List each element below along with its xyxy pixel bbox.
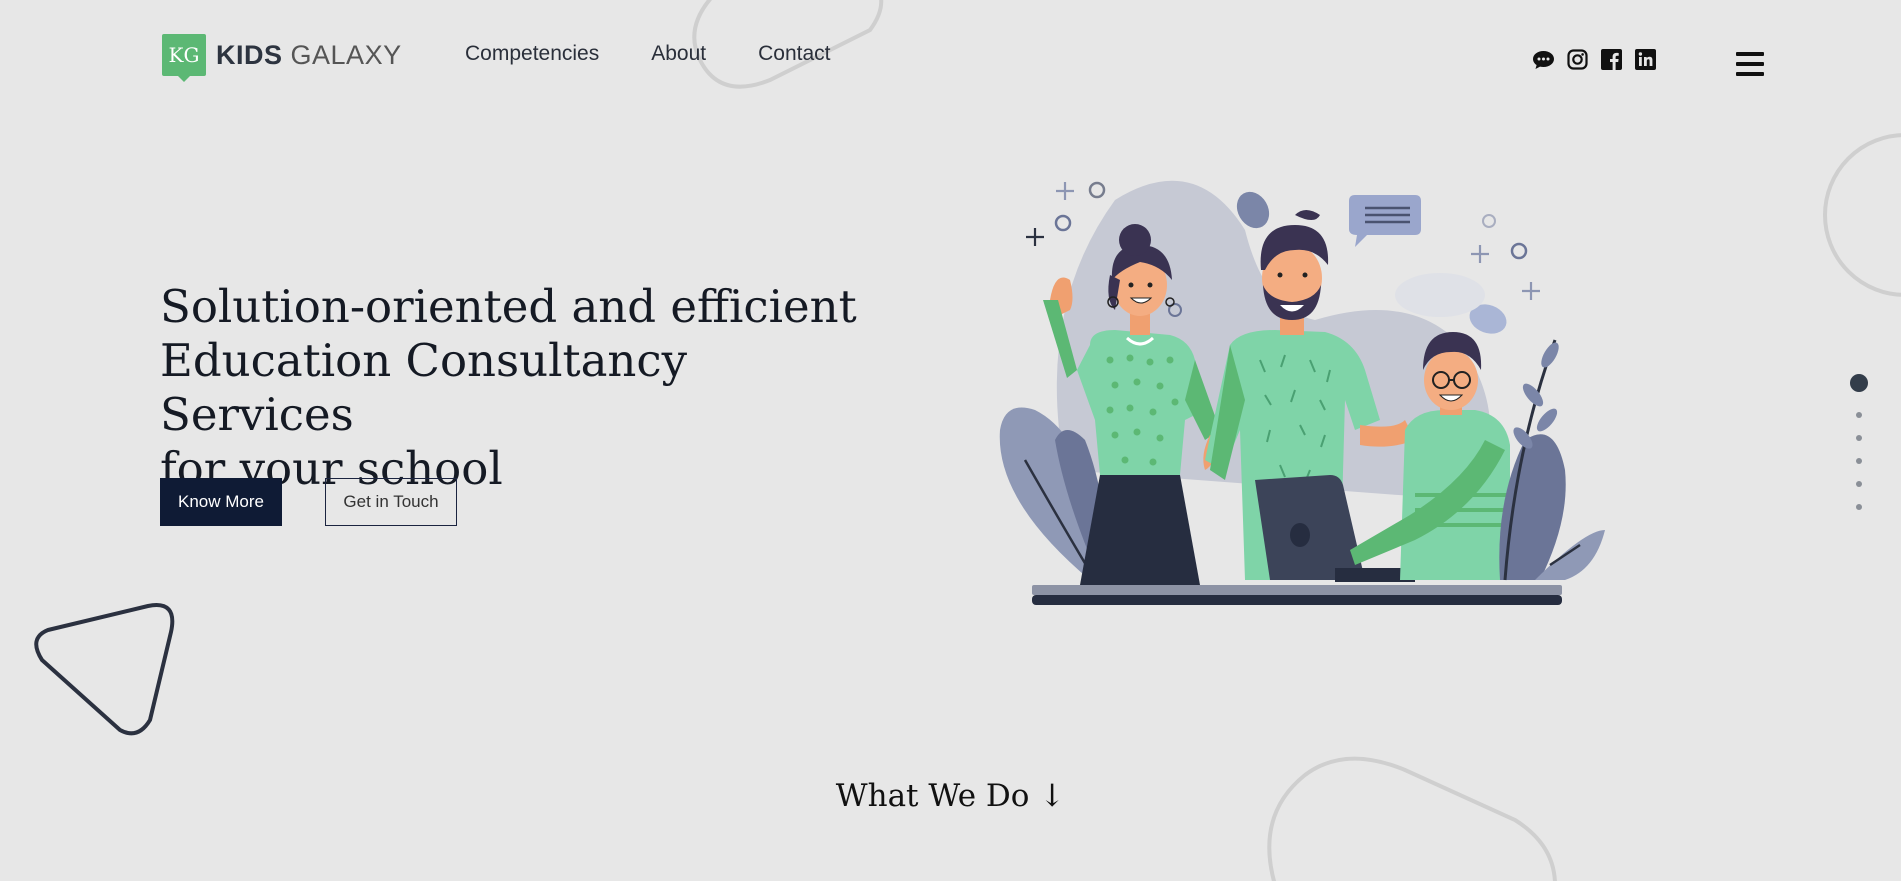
hero-heading-line-1: Solution-oriented and efficient	[160, 280, 857, 333]
instagram-icon[interactable]	[1566, 48, 1589, 71]
nav-link-competencies[interactable]: Competencies	[465, 42, 599, 66]
get-in-touch-button[interactable]: Get in Touch	[325, 478, 457, 526]
hamburger-menu-icon[interactable]	[1736, 52, 1764, 76]
section-pagination	[1850, 374, 1868, 527]
site-logo[interactable]: KG KIDS GALAXY	[162, 34, 402, 82]
decorative-pill-bottom	[1267, 756, 1557, 881]
hero-heading: Solution-oriented and efficient Educatio…	[160, 280, 880, 496]
logo-word-light: GALAXY	[290, 39, 402, 70]
what-we-do-link[interactable]: What We Do ↓	[0, 778, 1901, 814]
nav-link-about[interactable]: About	[651, 42, 706, 66]
team-illustration	[999, 180, 1605, 605]
hamburger-bar	[1736, 72, 1764, 76]
chat-icon[interactable]	[1532, 48, 1555, 71]
logo-badge: KG	[162, 34, 206, 82]
pagination-dot[interactable]	[1856, 412, 1862, 418]
pagination-dot[interactable]	[1856, 458, 1862, 464]
main-nav: Competencies About Contact	[465, 42, 831, 66]
pagination-dot[interactable]	[1856, 481, 1862, 487]
pagination-dot[interactable]	[1856, 435, 1862, 441]
linkedin-icon[interactable]	[1634, 48, 1657, 71]
logo-word-bold: KIDS	[216, 39, 283, 70]
know-more-button[interactable]: Know More	[160, 478, 282, 526]
decorative-pill-top	[692, 0, 884, 89]
hero-heading-line-2: Education Consultancy Services	[160, 334, 688, 441]
pagination-dot-active[interactable]	[1850, 374, 1868, 392]
social-links	[1532, 48, 1657, 71]
hamburger-bar	[1736, 62, 1764, 66]
nav-link-contact[interactable]: Contact	[758, 42, 830, 66]
facebook-icon[interactable]	[1600, 48, 1623, 71]
decorative-triangle	[34, 603, 175, 736]
hamburger-bar	[1736, 52, 1764, 56]
decorative-circle-right	[1823, 133, 1901, 297]
pagination-dot[interactable]	[1856, 504, 1862, 510]
logo-wordmark: KIDS GALAXY	[216, 40, 402, 71]
